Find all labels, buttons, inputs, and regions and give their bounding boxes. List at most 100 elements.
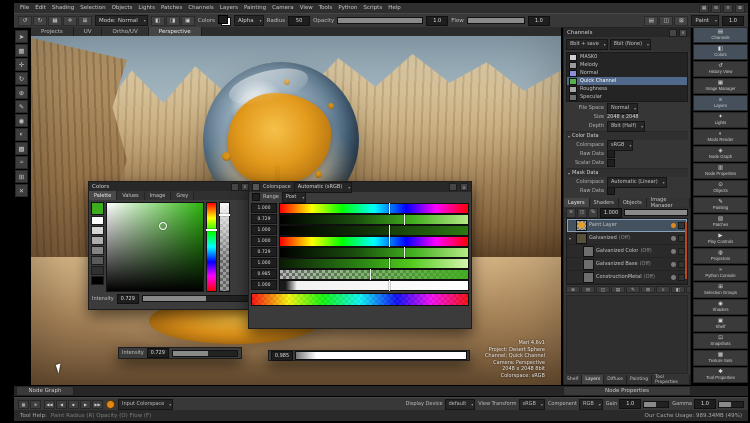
layer-action-button[interactable]: ✎	[626, 286, 640, 293]
menu-item[interactable]: Painting	[241, 5, 269, 11]
layer-lock-icon[interactable]	[678, 274, 685, 281]
layers-toolbar-icon[interactable]: ◫	[577, 208, 587, 218]
menubar-icon[interactable]: ≡	[723, 4, 733, 13]
toolbar-icon-button[interactable]: ⊠	[674, 16, 688, 26]
channel-row[interactable]: MASK0	[567, 53, 687, 61]
colors-panel-titlebar[interactable]: Colors	[89, 182, 252, 191]
bottom-icon-button[interactable]: ▦	[18, 400, 29, 409]
menu-item[interactable]: Python	[335, 5, 360, 11]
palette-toggle-button[interactable]: ▥ Node Properties	[693, 163, 748, 179]
layer-visibility-icon[interactable]	[671, 223, 676, 228]
menu-item[interactable]: Tools	[316, 5, 336, 11]
layers-toolbar-icon[interactable]: ≡	[566, 208, 576, 218]
menubar-icon[interactable]: ⊠	[735, 4, 745, 13]
gradient-marker[interactable]	[404, 214, 405, 225]
menu-item[interactable]: Shading	[49, 5, 77, 11]
layer-action-button[interactable]: ≡	[656, 286, 670, 293]
palette-toggle-button[interactable]: ▩ Texture Sets	[693, 350, 748, 366]
node-properties-tab[interactable]: Node Properties	[563, 386, 691, 396]
viewport-tab[interactable]: Ortho/UV	[102, 27, 148, 36]
dock-tab[interactable]: Painting	[627, 375, 652, 384]
gradient-bar[interactable]	[279, 269, 469, 280]
menu-item[interactable]: Layers	[217, 5, 241, 11]
tool-button[interactable]: ✕	[15, 184, 28, 197]
node-graph-tab[interactable]: Node Graph	[16, 386, 74, 396]
gradient-marker[interactable]	[389, 236, 390, 247]
mask-raw-checkbox[interactable]	[607, 187, 615, 195]
menu-item[interactable]: Help	[385, 5, 404, 11]
curves-panel-header[interactable]: Colorspace Automatic (sRGB)	[249, 182, 471, 192]
menubar-icon[interactable]: ▦	[699, 4, 709, 13]
color-swatch[interactable]	[91, 276, 104, 285]
color-swatch[interactable]	[91, 246, 104, 255]
middle-tab[interactable]: Image Manager	[647, 198, 690, 207]
menu-item[interactable]: Edit	[32, 5, 49, 11]
layer-lock-icon[interactable]	[678, 222, 685, 229]
layer-amount-field[interactable]: 1.000	[600, 208, 622, 218]
gradient-value-field[interactable]: 0.729	[251, 247, 277, 257]
depth-dropdown[interactable]: 8bit (Half)	[607, 121, 645, 132]
hue-slider[interactable]	[206, 202, 217, 292]
channels-panel-titlebar[interactable]: Channels	[564, 28, 690, 37]
toolbar-icon-button[interactable]: ↺	[18, 16, 32, 26]
tool-button[interactable]: ↻	[15, 72, 28, 85]
gradient-value-field[interactable]: 0.985	[251, 269, 277, 279]
palette-toggle-button[interactable]: ◉ Shaders	[693, 299, 748, 315]
colors-panel-tab[interactable]: Grey	[171, 191, 194, 200]
panel-close-icon[interactable]	[679, 29, 687, 37]
saturation-value-picker[interactable]	[106, 202, 204, 292]
layer-action-button[interactable]: ✕	[686, 286, 691, 293]
colors-panel-tab[interactable]: Palette	[89, 191, 117, 200]
gradient-marker[interactable]	[389, 225, 390, 236]
layer-lock-icon[interactable]	[678, 261, 685, 268]
toolbar-icon-button[interactable]: ▣	[181, 16, 195, 26]
tool-button[interactable]: ≈	[15, 156, 28, 169]
layer-action-button[interactable]: ⊟	[581, 286, 595, 293]
color-swatch[interactable]	[91, 226, 104, 235]
layer-lock-icon[interactable]	[678, 248, 685, 255]
layer-expander-icon[interactable]: ▾	[569, 236, 574, 241]
palette-toggle-button[interactable]: ▧ Patches	[693, 214, 748, 230]
transport-button[interactable]: ◀	[56, 400, 67, 409]
layer-row[interactable]: Galvanized Color (Off)	[567, 245, 687, 258]
layer-row[interactable]: ▾ Galvanized (Off)	[567, 232, 687, 245]
menu-item[interactable]: View	[297, 5, 316, 11]
toolbar-icon-button[interactable]: ✛	[63, 16, 77, 26]
layer-visibility-icon[interactable]	[671, 275, 676, 280]
menu-item[interactable]: Patches	[158, 5, 185, 11]
colorspace-dropdown[interactable]: sRGB	[607, 140, 633, 151]
gradient-value-field[interactable]: 1.000	[251, 236, 277, 246]
intensity-slider[interactable]	[172, 350, 238, 357]
palette-toggle-button[interactable]: ▦ Image Manager	[693, 78, 748, 94]
intensity-field[interactable]: 0.729	[147, 348, 169, 358]
dock-tab[interactable]: Diffuse	[604, 375, 627, 384]
display-device-dropdown[interactable]: default	[445, 399, 476, 410]
menu-item[interactable]: File	[17, 5, 32, 11]
alpha-slider[interactable]	[219, 202, 230, 292]
transport-button[interactable]: ■	[68, 400, 79, 409]
white-gradient-bar[interactable]	[295, 351, 467, 360]
middle-tab[interactable]: Objects	[619, 198, 647, 207]
raw-data-checkbox[interactable]	[607, 150, 615, 158]
menu-item[interactable]: Objects	[109, 5, 136, 11]
gradient-bar[interactable]	[279, 280, 469, 291]
palette-toggle-button[interactable]: ▤ Channels	[693, 27, 748, 43]
toolbar-icon-button[interactable]: ⊞	[78, 16, 92, 26]
palette-toggle-button[interactable]: ⊞ Selection Groups	[693, 282, 748, 298]
view-transform-dropdown[interactable]: sRGB	[519, 399, 545, 410]
palette-toggle-button[interactable]: ▣ Shelf	[693, 316, 748, 332]
transport-button[interactable]: ◀◀	[44, 400, 55, 409]
menu-item[interactable]: Lights	[135, 5, 158, 11]
intensity-field[interactable]: 0.729	[117, 294, 139, 304]
viewport-canvas[interactable]: Mari 4.6v1Project: Desert SphereChannel:…	[31, 36, 561, 385]
channel-row[interactable]: Normal	[567, 69, 687, 77]
component-dropdown[interactable]: RGB	[579, 399, 603, 410]
layer-row[interactable]: Paint Layer	[567, 219, 687, 232]
alpha-dropdown[interactable]: Alpha	[234, 15, 264, 26]
alpha-marker[interactable]	[219, 214, 230, 216]
menu-item[interactable]: Camera	[269, 5, 297, 11]
panel-close-icon[interactable]	[460, 183, 468, 191]
flow-field[interactable]: 1.0	[528, 16, 550, 26]
menu-item[interactable]: Scripts	[360, 5, 385, 11]
gradient-value-field[interactable]: 1.000	[251, 203, 277, 213]
